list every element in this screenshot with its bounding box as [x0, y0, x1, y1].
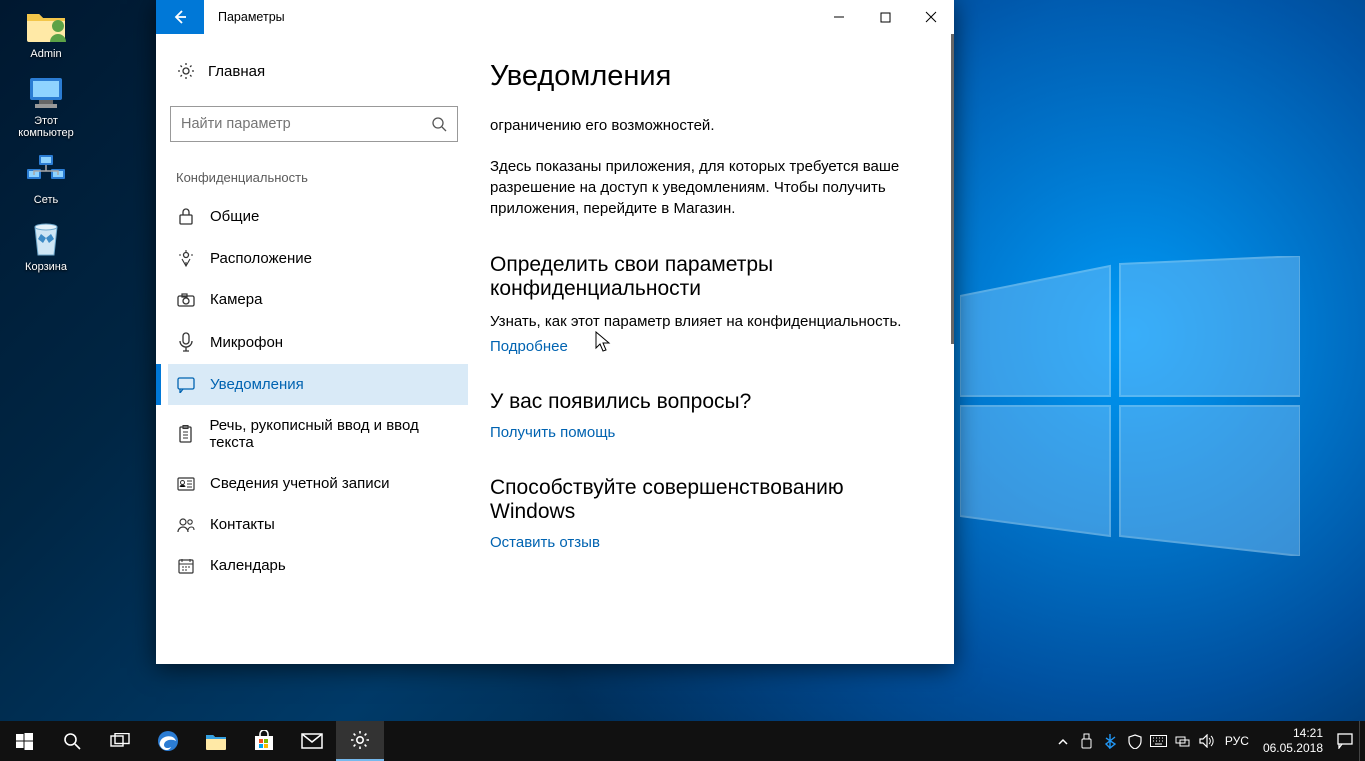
search-input[interactable] [181, 116, 431, 132]
computer-icon [24, 73, 68, 113]
feedback-link[interactable]: Оставить отзыв [490, 534, 600, 551]
sidebar-item-speech[interactable]: Речь, рукописный ввод и ввод текста [168, 405, 468, 463]
clock-date: 06.05.2018 [1263, 741, 1323, 756]
sidebar-item-label: Микрофон [210, 334, 283, 351]
show-desktop-button[interactable] [1359, 721, 1365, 761]
desktop-icon-recycle-bin[interactable]: Корзина [6, 219, 86, 274]
sidebar-item-location[interactable]: Расположение [168, 237, 468, 279]
content-text: Здесь показаны приложения, для которых т… [490, 156, 914, 219]
sidebar-item-calendar[interactable]: Календарь [168, 545, 468, 586]
content-panel: Уведомления ограничению его возможностей… [482, 34, 954, 664]
back-button[interactable] [156, 0, 204, 34]
calendar-icon [176, 558, 196, 574]
tray-usb-icon[interactable] [1075, 721, 1099, 761]
content-text: ограничению его возможностей. [490, 115, 914, 136]
taskbar-app-mail[interactable] [288, 721, 336, 761]
titlebar: Параметры [156, 0, 954, 34]
sidebar-item-notifications[interactable]: Уведомления [168, 364, 468, 405]
camera-icon [176, 293, 196, 307]
recycle-bin-icon [24, 219, 68, 259]
user-folder-icon [24, 6, 68, 46]
microphone-icon [176, 332, 196, 352]
page-heading: Уведомления [490, 60, 914, 93]
clipboard-icon [176, 425, 195, 443]
sidebar-item-camera[interactable]: Камера [168, 279, 468, 320]
desktop-icon-this-pc[interactable]: Этот компьютер [6, 73, 86, 140]
sidebar-item-account-info[interactable]: Сведения учетной записи [168, 463, 468, 504]
tray-bluetooth-icon[interactable] [1099, 721, 1123, 761]
sidebar-item-contacts[interactable]: Контакты [168, 504, 468, 545]
clock-time: 14:21 [1263, 726, 1323, 741]
minimize-button[interactable] [816, 0, 862, 34]
taskbar-app-settings[interactable] [336, 721, 384, 761]
learn-more-link[interactable]: Подробнее [490, 338, 568, 355]
search-icon [431, 116, 447, 132]
tray-chevron-up-icon[interactable] [1051, 721, 1075, 761]
scrollbar[interactable] [951, 34, 954, 344]
taskbar-app-store[interactable] [240, 721, 288, 761]
sidebar-section-label: Конфиденциальность [168, 170, 482, 195]
taskbar-app-explorer[interactable] [192, 721, 240, 761]
sidebar-item-microphone[interactable]: Микрофон [168, 320, 468, 364]
sidebar-item-general[interactable]: Общие [168, 195, 468, 237]
sidebar-item-label: Речь, рукописный ввод и ввод текста [209, 417, 460, 451]
sidebar: Главная Конфиденциальность Общие Располо… [156, 34, 482, 664]
tray-defender-icon[interactable] [1123, 721, 1147, 761]
tray-language[interactable]: РУС [1219, 721, 1255, 761]
desktop-icon-label: Корзина [25, 261, 67, 274]
tray-clock[interactable]: 14:21 06.05.2018 [1255, 726, 1331, 756]
tray-volume-icon[interactable] [1195, 721, 1219, 761]
section-subtext: Узнать, как этот параметр влияет на конф… [490, 311, 914, 332]
taskbar-app-edge[interactable] [144, 721, 192, 761]
sidebar-home[interactable]: Главная [168, 52, 482, 90]
tray-network-icon[interactable] [1171, 721, 1195, 761]
settings-window: Параметры Главная Конфиденциальность Общ… [156, 0, 954, 664]
sidebar-item-label: Сведения учетной записи [210, 475, 390, 492]
tray-keyboard-icon[interactable] [1147, 721, 1171, 761]
sidebar-home-label: Главная [208, 63, 265, 80]
desktop-icons: Admin Этот компьютер Сеть Корзина [6, 6, 86, 285]
search-box[interactable] [170, 106, 458, 142]
desktop-icon-label: Admin [30, 48, 61, 61]
account-card-icon [176, 477, 196, 491]
location-icon [176, 249, 196, 267]
notification-icon [176, 377, 196, 393]
get-help-link[interactable]: Получить помощь [490, 424, 615, 441]
desktop-icon-label: Сеть [34, 194, 58, 207]
start-button[interactable] [0, 721, 48, 761]
windows-logo-decor [960, 256, 1300, 556]
section-heading: У вас появились вопросы? [490, 390, 914, 414]
contacts-icon [176, 517, 196, 533]
gear-icon [176, 62, 196, 80]
tray-action-center-icon[interactable] [1331, 721, 1359, 761]
sidebar-item-label: Камера [210, 291, 262, 308]
window-title: Параметры [204, 10, 816, 24]
task-view-button[interactable] [96, 721, 144, 761]
section-heading: Определить свои параметры конфиденциальн… [490, 253, 914, 301]
lock-icon [176, 207, 196, 225]
maximize-button[interactable] [862, 0, 908, 34]
sidebar-item-label: Календарь [210, 557, 286, 574]
desktop-icon-network[interactable]: Сеть [6, 152, 86, 207]
taskbar: РУС 14:21 06.05.2018 [0, 721, 1365, 761]
desktop-icon-admin[interactable]: Admin [6, 6, 86, 61]
sidebar-item-label: Уведомления [210, 376, 304, 393]
close-button[interactable] [908, 0, 954, 34]
sidebar-item-label: Контакты [210, 516, 275, 533]
sidebar-item-label: Общие [210, 208, 259, 225]
sidebar-item-label: Расположение [210, 250, 312, 267]
section-heading: Способствуйте совершенствованию Windows [490, 476, 914, 524]
network-icon [24, 152, 68, 192]
search-button[interactable] [48, 721, 96, 761]
desktop-icon-label: Этот компьютер [6, 115, 86, 140]
